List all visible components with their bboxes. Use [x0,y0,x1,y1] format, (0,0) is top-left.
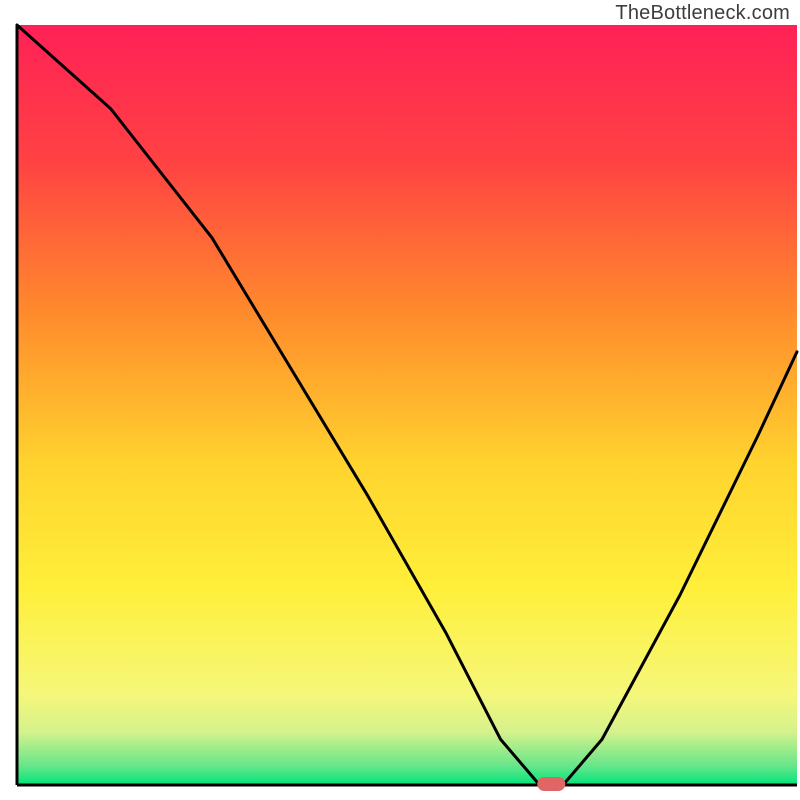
optimum-marker [537,777,565,791]
chart-svg [0,0,800,800]
bottleneck-chart: TheBottleneck.com [0,0,800,800]
